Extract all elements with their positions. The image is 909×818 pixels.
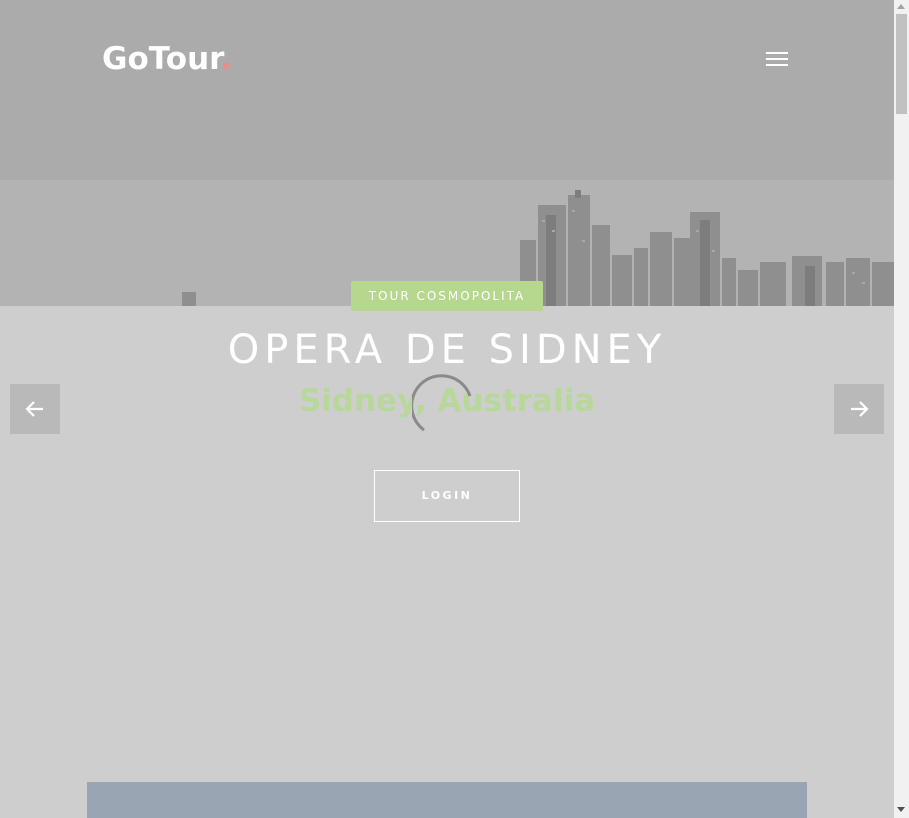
scroll-down-icon[interactable]	[897, 807, 905, 812]
search-panel	[87, 782, 807, 818]
hero-slider: GoTour. TOUR COSMOPOLITA OPERA DE SIDNEY…	[0, 0, 894, 818]
page: GoTour. TOUR COSMOPOLITA OPERA DE SIDNEY…	[0, 0, 909, 818]
hamburger-menu-icon[interactable]	[766, 52, 790, 70]
site-logo[interactable]: GoTour.	[102, 44, 232, 75]
arrow-right-icon	[851, 401, 869, 417]
tour-category-badge: TOUR COSMOPOLITA	[351, 281, 543, 311]
carousel-prev-button[interactable]	[10, 384, 60, 434]
spinner-icon	[412, 374, 472, 432]
logo-dot: .	[220, 41, 232, 77]
scroll-up-icon[interactable]	[897, 4, 905, 9]
slide-title: OPERA DE SIDNEY	[227, 327, 667, 373]
scroll-thumb[interactable]	[896, 14, 907, 114]
vertical-scrollbar[interactable]	[894, 0, 909, 818]
login-button[interactable]: LOGIN	[374, 470, 520, 522]
logo-text: GoTour	[102, 41, 221, 77]
arrow-left-icon	[25, 401, 43, 417]
carousel-next-button[interactable]	[834, 384, 884, 434]
